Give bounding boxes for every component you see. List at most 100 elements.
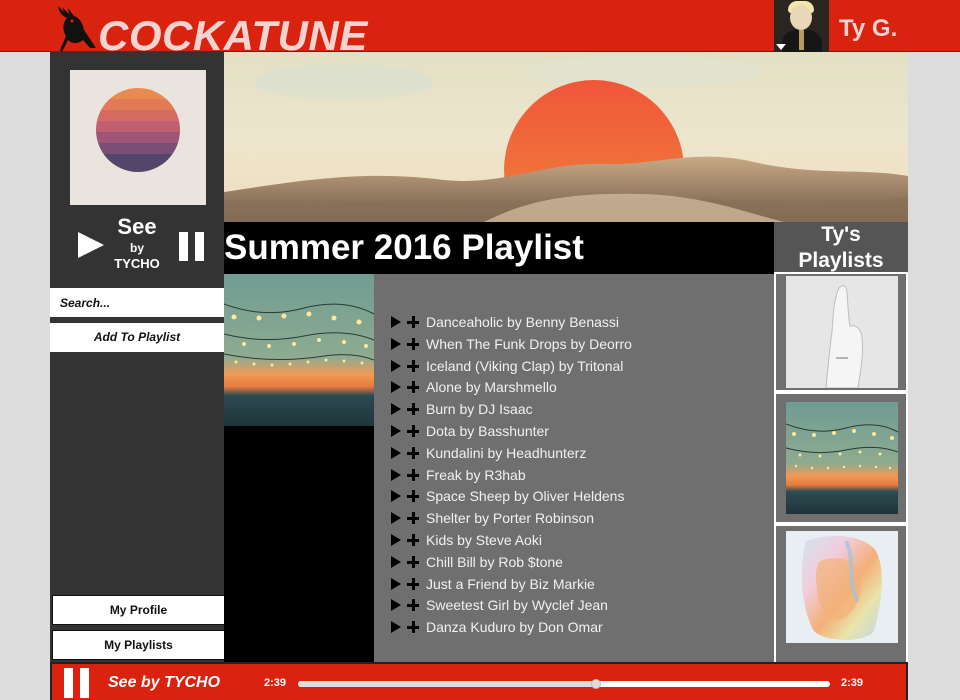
add-track-icon[interactable] <box>407 425 419 437</box>
add-track-icon[interactable] <box>407 621 419 634</box>
track-name[interactable]: Dota by Basshunter <box>426 423 549 439</box>
avatar[interactable] <box>774 0 829 52</box>
add-track-icon[interactable] <box>407 555 419 568</box>
track-row[interactable]: When The Funk Drops by Deorro <box>391 334 632 354</box>
now-playing-controls: See by TYCHO <box>50 212 224 282</box>
playlist-thumbnail[interactable] <box>786 402 898 514</box>
playlist-thumbnail[interactable] <box>786 531 898 643</box>
play-icon[interactable] <box>78 232 104 258</box>
track-name[interactable]: Danza Kuduro by Don Omar <box>426 619 603 635</box>
playlist-card[interactable] <box>774 392 908 524</box>
current-time: 2:39 <box>264 677 287 689</box>
playlist-card[interactable] <box>774 524 908 664</box>
playlist-art-column <box>224 274 374 662</box>
add-track-icon[interactable] <box>407 337 419 350</box>
track-name[interactable]: Chill Bill by Rob $tone <box>426 554 563 570</box>
seek-progress <box>298 681 596 687</box>
track-name[interactable]: Iceland (Viking Clap) by Tritonal <box>426 358 623 374</box>
play-track-icon[interactable] <box>391 468 401 481</box>
playlist-banner <box>224 52 908 222</box>
track-row[interactable]: Shelter by Porter Robinson <box>391 508 594 528</box>
play-track-icon[interactable] <box>391 425 401 437</box>
play-track-icon[interactable] <box>391 403 401 416</box>
track-name[interactable]: Danceaholic by Benny Benassi <box>426 314 619 330</box>
play-track-icon[interactable] <box>391 577 401 590</box>
user-playlists-panel: Ty's Playlists <box>774 222 908 664</box>
add-track-icon[interactable] <box>407 446 419 459</box>
track-row[interactable]: Alone by Marshmello <box>391 377 557 397</box>
playlist-thumbnail[interactable] <box>786 276 898 388</box>
track-row[interactable]: Danza Kuduro by Don Omar <box>391 617 603 637</box>
sidebar: See by TYCHO Add To Playlist My Profile … <box>50 52 225 662</box>
track-name[interactable]: Freak by R3hab <box>426 467 526 483</box>
user-playlists-title-line1: Ty's <box>821 223 861 246</box>
track-name[interactable]: Shelter by Porter Robinson <box>426 510 594 526</box>
song-title: See <box>117 214 157 239</box>
by-label: by <box>129 241 144 255</box>
play-track-icon[interactable] <box>391 512 401 525</box>
username[interactable]: Ty G. <box>839 15 897 43</box>
track-row[interactable]: Iceland (Viking Clap) by Tritonal <box>391 356 623 376</box>
search-input[interactable] <box>50 288 224 317</box>
play-track-icon[interactable] <box>391 316 401 328</box>
add-track-icon[interactable] <box>407 534 419 546</box>
playlist-card[interactable] <box>774 272 908 392</box>
track-row[interactable]: Sweetest Girl by Wyclef Jean <box>391 595 608 615</box>
track-name[interactable]: Burn by DJ Isaac <box>426 401 533 417</box>
track-row[interactable]: Space Sheep by Oliver Heldens <box>391 486 624 506</box>
track-row[interactable]: Kundalini by Headhunterz <box>391 443 586 463</box>
track-row[interactable]: Kids by Steve Aoki <box>391 530 542 550</box>
pause-icon[interactable] <box>64 668 90 698</box>
add-track-icon[interactable] <box>407 577 419 590</box>
track-name[interactable]: Space Sheep by Oliver Heldens <box>426 488 624 504</box>
play-track-icon[interactable] <box>391 621 401 634</box>
play-track-icon[interactable] <box>391 555 401 568</box>
track-name[interactable]: When The Funk Drops by Deorro <box>426 336 632 352</box>
total-time: 2:39 <box>841 677 864 689</box>
cockatoo-icon[interactable] <box>50 4 100 52</box>
player-bar: See by TYCHO 2:39 2:39 <box>50 662 908 700</box>
play-track-icon[interactable] <box>391 337 401 350</box>
top-bar: COCKATUNE Ty G. <box>0 0 960 59</box>
add-track-icon[interactable] <box>407 512 419 525</box>
add-track-icon[interactable] <box>407 490 419 503</box>
add-track-icon[interactable] <box>407 599 419 612</box>
track-name[interactable]: Kids by Steve Aoki <box>426 532 542 548</box>
add-track-icon[interactable] <box>407 381 419 394</box>
track-row[interactable]: Chill Bill by Rob $tone <box>391 552 563 572</box>
add-track-icon[interactable] <box>407 359 419 372</box>
track-name[interactable]: Kundalini by Headhunterz <box>426 445 586 461</box>
my-playlists-button[interactable]: My Playlists <box>52 630 225 660</box>
add-to-playlist-button[interactable]: Add To Playlist <box>50 323 224 352</box>
play-track-icon[interactable] <box>391 599 401 612</box>
add-track-icon[interactable] <box>407 468 419 481</box>
track-row[interactable]: Just a Friend by Biz Markie <box>391 574 595 594</box>
play-track-icon[interactable] <box>391 446 401 459</box>
seek-bar[interactable] <box>298 679 830 689</box>
track-row[interactable]: Burn by DJ Isaac <box>391 399 533 419</box>
track-row[interactable]: Dota by Basshunter <box>391 421 549 441</box>
track-list: Danceaholic by Benny Benassi When The Fun… <box>374 274 774 662</box>
album-cover[interactable] <box>70 70 206 205</box>
track-name[interactable]: Alone by Marshmello <box>426 379 557 395</box>
user-playlists-title: Ty's Playlists <box>774 222 908 274</box>
play-track-icon[interactable] <box>391 381 401 394</box>
chevron-down-icon[interactable] <box>776 44 786 50</box>
playlist-cover[interactable] <box>224 274 374 426</box>
user-playlists-title-line2: Playlists <box>798 249 884 272</box>
pause-icon[interactable] <box>179 232 205 261</box>
seek-handle[interactable] <box>590 679 601 689</box>
add-track-icon[interactable] <box>407 403 419 416</box>
player-now-playing: See by TYCHO <box>108 674 221 691</box>
playlist-title: Summer 2016 Playlist <box>224 228 584 267</box>
track-name[interactable]: Sweetest Girl by Wyclef Jean <box>426 597 608 613</box>
artist-name: TYCHO <box>114 256 160 271</box>
track-row[interactable]: Freak by R3hab <box>391 465 526 485</box>
add-track-icon[interactable] <box>407 316 419 328</box>
my-profile-button[interactable]: My Profile <box>52 595 225 625</box>
play-track-icon[interactable] <box>391 534 401 546</box>
track-row[interactable]: Danceaholic by Benny Benassi <box>391 312 619 332</box>
track-name[interactable]: Just a Friend by Biz Markie <box>426 576 595 592</box>
play-track-icon[interactable] <box>391 359 401 372</box>
play-track-icon[interactable] <box>391 490 401 503</box>
